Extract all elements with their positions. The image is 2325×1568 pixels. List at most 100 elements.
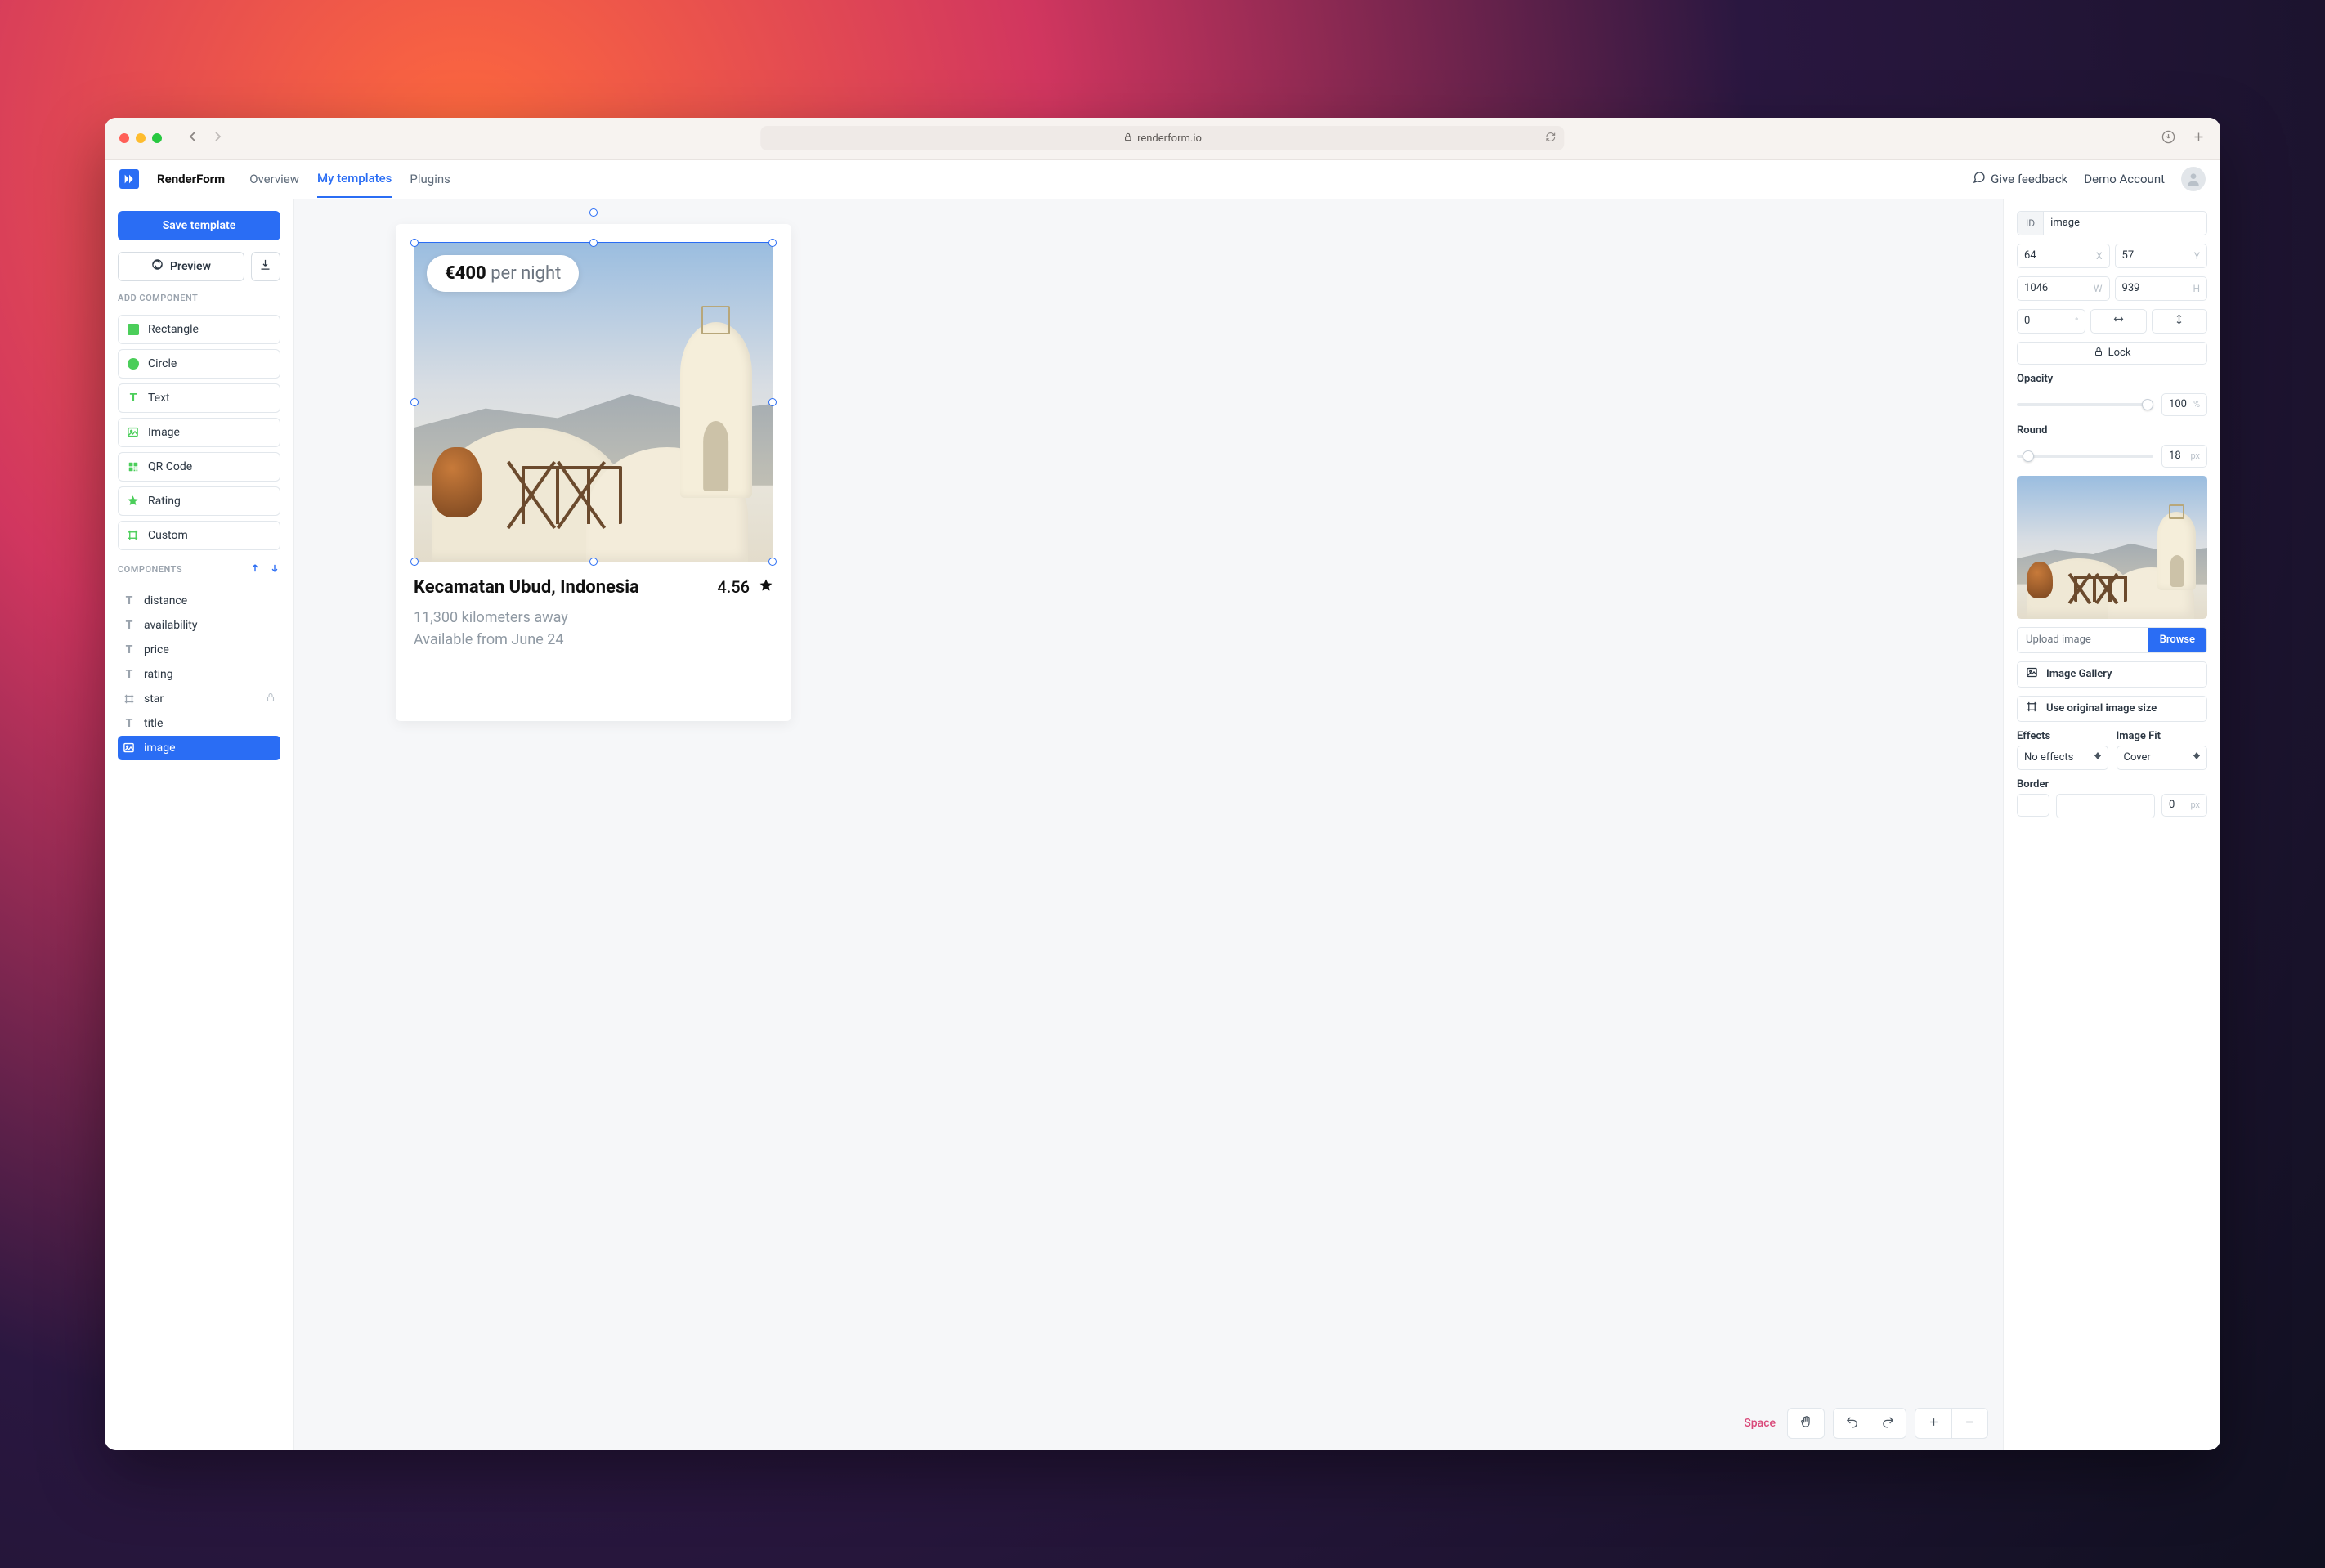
effects-select[interactable]: No effects (2017, 746, 2108, 770)
zoom-in-button[interactable] (1915, 1409, 1951, 1438)
undo-button[interactable] (1834, 1409, 1870, 1438)
border-color-hex[interactable] (2056, 794, 2155, 818)
frame-icon (2026, 701, 2038, 716)
layer-label: star (144, 692, 164, 706)
add-image-label: Image (148, 426, 180, 439)
round-suffix: px (2190, 450, 2200, 461)
refresh-icon[interactable] (1546, 132, 1557, 146)
original-size-button[interactable]: Use original image size (2017, 696, 2207, 722)
border-width-input[interactable]: 0px (2161, 794, 2207, 817)
rot-suffix: ° (2075, 316, 2078, 327)
download-button[interactable] (251, 252, 280, 281)
flip-vertical-button[interactable] (2152, 309, 2207, 334)
layer-availability[interactable]: T availability (118, 613, 280, 638)
id-field[interactable]: ID image (2017, 211, 2207, 235)
zoom-out-button[interactable] (1951, 1409, 1987, 1438)
layer-label: rating (144, 668, 173, 681)
id-prefix: ID (2018, 212, 2044, 235)
left-panel: Save template Preview ADD COMPONENT Rect… (105, 199, 294, 1450)
opacity-slider[interactable] (2017, 403, 2153, 406)
layer-star[interactable]: star (118, 687, 280, 711)
feedback-label: Give feedback (1991, 172, 2067, 186)
card-rating-value: 4.56 (717, 577, 750, 597)
pan-button[interactable] (1788, 1409, 1824, 1438)
opacity-input[interactable]: 100% (2161, 393, 2207, 416)
text-icon: T (123, 668, 136, 681)
url-bar[interactable]: renderform.io (760, 126, 1564, 150)
maximize-window-icon[interactable] (152, 133, 162, 143)
aperture-icon (151, 258, 164, 274)
add-image[interactable]: Image (118, 418, 280, 447)
avatar[interactable] (2181, 167, 2206, 191)
back-icon[interactable] (186, 130, 199, 146)
forward-icon[interactable] (211, 130, 224, 146)
move-up-icon[interactable] (249, 562, 261, 577)
round-input[interactable]: 18 px (2161, 445, 2207, 468)
upload-image[interactable]: Upload image Browse (2017, 627, 2207, 653)
height-field[interactable]: 939H (2115, 276, 2208, 301)
app-logo[interactable] (119, 169, 139, 189)
rotation-field[interactable]: 0° (2017, 309, 2085, 334)
layer-distance[interactable]: T distance (118, 589, 280, 613)
y-field[interactable]: 57Y (2115, 244, 2208, 268)
save-template-label: Save template (163, 219, 236, 232)
nav-my-templates[interactable]: My templates (317, 160, 392, 198)
account-name[interactable]: Demo Account (2084, 172, 2165, 186)
new-tab-icon[interactable] (2192, 130, 2206, 147)
nav-overview[interactable]: Overview (249, 161, 299, 197)
layer-image[interactable]: image (118, 736, 280, 760)
canvas[interactable]: €400 per night Kecamatan Ubud, Indonesia… (294, 199, 2003, 1450)
layer-rating[interactable]: T rating (118, 662, 280, 687)
browse-button[interactable]: Browse (2148, 628, 2206, 652)
add-circle[interactable]: Circle (118, 349, 280, 379)
minimize-window-icon[interactable] (136, 133, 146, 143)
effects-value: No effects (2024, 751, 2073, 764)
add-qrcode[interactable]: QR Code (118, 452, 280, 482)
card-image[interactable]: €400 per night (414, 242, 773, 562)
canvas-toolbar: Space (1744, 1408, 1988, 1439)
url-text: renderform.io (1137, 132, 1202, 145)
fit-value: Cover (2124, 751, 2151, 764)
image-gallery-button[interactable]: Image Gallery (2017, 661, 2207, 688)
downloads-icon[interactable] (2161, 130, 2175, 147)
x-field[interactable]: 64X (2017, 244, 2110, 268)
fit-label: Image Fit (2117, 730, 2208, 742)
plus-icon (1928, 1416, 1940, 1431)
layer-label: title (144, 717, 163, 730)
lock-button[interactable]: Lock (2017, 342, 2207, 365)
brand-name: RenderForm (157, 172, 225, 186)
flip-h-icon (2112, 313, 2125, 329)
round-slider[interactable] (2017, 455, 2153, 458)
text-icon: T (123, 619, 136, 632)
template-card: €400 per night Kecamatan Ubud, Indonesia… (396, 224, 791, 721)
fit-select[interactable]: Cover (2117, 746, 2208, 770)
rot-value: 0 (2024, 315, 2030, 327)
image-icon (127, 426, 140, 439)
add-rating[interactable]: Rating (118, 486, 280, 516)
close-window-icon[interactable] (119, 133, 129, 143)
text-icon: T (123, 717, 136, 730)
nav-plugins[interactable]: Plugins (410, 161, 450, 197)
layer-title[interactable]: T title (118, 711, 280, 736)
preview-button[interactable]: Preview (118, 252, 244, 281)
width-field[interactable]: 1046W (2017, 276, 2110, 301)
rotate-handle[interactable] (589, 208, 598, 217)
move-down-icon[interactable] (269, 562, 280, 577)
round-value: 18 (2169, 450, 2181, 462)
add-text-label: Text (148, 392, 170, 405)
gallery-label: Image Gallery (2046, 668, 2112, 680)
flip-horizontal-button[interactable] (2090, 309, 2146, 334)
give-feedback-link[interactable]: Give feedback (1973, 171, 2067, 187)
add-text[interactable]: T Text (118, 383, 280, 413)
undo-icon (1845, 1415, 1859, 1432)
add-custom[interactable]: Custom (118, 521, 280, 550)
border-suffix: px (2190, 800, 2200, 810)
border-color-field[interactable] (2017, 794, 2049, 817)
lock-icon (1123, 132, 1132, 145)
save-template-button[interactable]: Save template (118, 211, 280, 240)
redo-button[interactable] (1870, 1409, 1906, 1438)
layer-price[interactable]: T price (118, 638, 280, 662)
y-suffix: Y (2194, 250, 2200, 262)
add-rectangle[interactable]: Rectangle (118, 315, 280, 344)
add-qrcode-label: QR Code (148, 460, 192, 473)
